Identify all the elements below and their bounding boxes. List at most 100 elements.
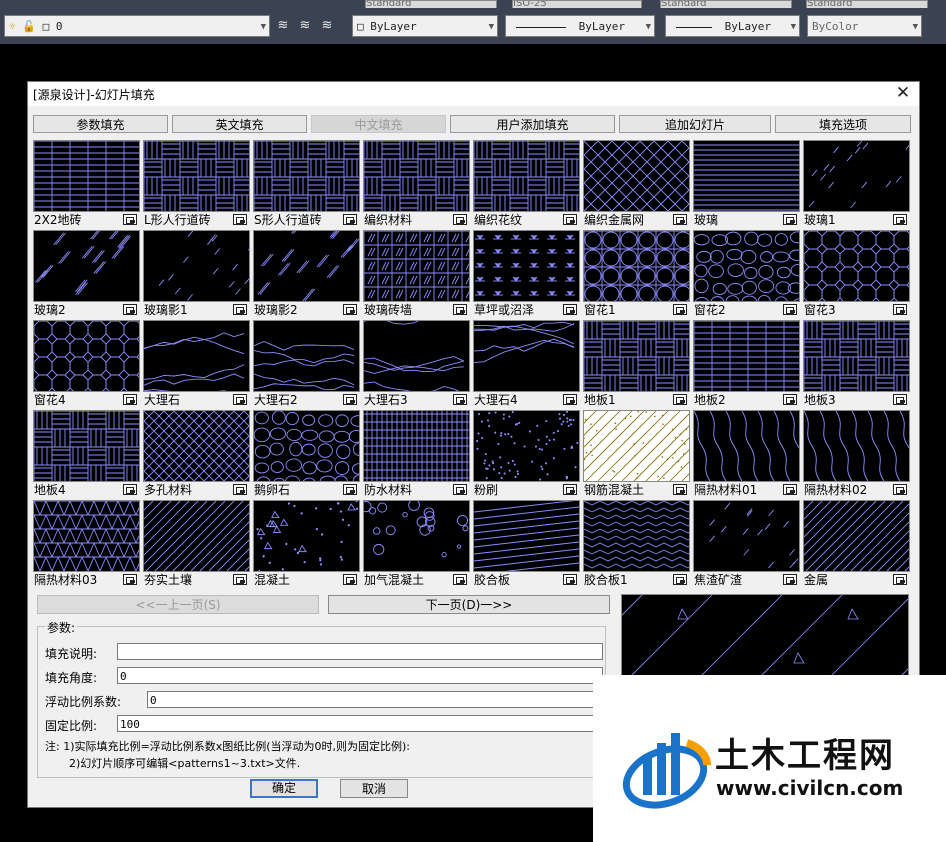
slide-preview-icon[interactable] [673,304,687,315]
slide-preview-icon[interactable] [893,214,907,225]
tab-user-fill[interactable]: 用户添加填充 [450,115,615,133]
fixed-scale-input[interactable]: 100 [117,715,603,732]
slide-preview-icon[interactable] [123,574,137,585]
slide-preview-icon[interactable] [893,394,907,405]
slide-preview-icon[interactable] [893,574,907,585]
float-scale-input[interactable]: 0 [147,691,603,708]
pattern-thumbnail[interactable] [143,410,250,482]
pattern-cell[interactable]: S形人行道砖 [253,140,361,228]
pattern-thumbnail[interactable] [253,320,360,392]
slide-preview-icon[interactable] [563,214,577,225]
pattern-cell[interactable]: 玻璃砖墙 [363,230,471,318]
slide-preview-icon[interactable] [783,574,797,585]
slide-preview-icon[interactable] [343,394,357,405]
plotstyle-combo[interactable]: ByColor ▼ [807,15,922,37]
pattern-cell[interactable]: 玻璃2 [33,230,141,318]
pattern-thumbnail[interactable] [583,140,690,212]
pattern-thumbnail[interactable] [693,500,800,572]
slide-preview-icon[interactable] [893,484,907,495]
pattern-thumbnail[interactable] [143,230,250,302]
pattern-thumbnail[interactable] [33,320,140,392]
slide-preview-icon[interactable] [453,484,467,495]
pattern-cell[interactable]: 加气混凝土 [363,500,471,588]
dialog-titlebar[interactable]: [源泉设计]-幻灯片填充 ✕ [28,82,919,106]
pattern-thumbnail[interactable] [253,500,360,572]
pattern-thumbnail[interactable] [253,410,360,482]
slide-preview-icon[interactable] [563,304,577,315]
pattern-cell[interactable]: 玻璃影2 [253,230,361,318]
pattern-cell[interactable]: 夯实土壤 [143,500,251,588]
pattern-thumbnail[interactable] [363,410,470,482]
pattern-cell[interactable]: 大理石2 [253,320,361,408]
slide-preview-icon[interactable] [673,394,687,405]
layer-previous-icon[interactable]: ≋ [318,17,336,35]
pattern-thumbnail[interactable] [583,320,690,392]
pattern-thumbnail[interactable] [33,140,140,212]
pattern-thumbnail[interactable] [803,500,910,572]
tab-append-slide[interactable]: 追加幻灯片 [619,115,771,133]
prev-page-button[interactable]: <<一上一页(S) [37,595,319,614]
layer-combo[interactable]: ☼ 🔓 □ 0 ▼ [4,15,270,37]
pattern-cell[interactable]: 编织材料 [363,140,471,228]
pattern-cell[interactable]: 编织金属网 [583,140,691,228]
pattern-cell[interactable]: 地板4 [33,410,141,498]
pattern-thumbnail[interactable] [363,320,470,392]
pattern-cell[interactable]: 窗花4 [33,320,141,408]
pattern-thumbnail[interactable] [253,230,360,302]
slide-preview-icon[interactable] [563,394,577,405]
pattern-cell[interactable]: 2X2地砖 [33,140,141,228]
pattern-cell[interactable]: 隔热材料03 [33,500,141,588]
pattern-thumbnail[interactable] [583,500,690,572]
pattern-thumbnail[interactable] [693,140,800,212]
pattern-thumbnail[interactable] [143,500,250,572]
tab-chinese-fill[interactable]: 中文填充 [311,115,446,133]
pattern-cell[interactable]: 地板1 [583,320,691,408]
pattern-thumbnail[interactable] [473,230,580,302]
slide-preview-icon[interactable] [233,214,247,225]
pattern-thumbnail[interactable] [363,230,470,302]
pattern-thumbnail[interactable] [143,140,250,212]
pattern-cell[interactable]: 隔热材料01 [693,410,801,498]
pattern-cell[interactable]: 玻璃1 [803,140,911,228]
slide-preview-icon[interactable] [673,574,687,585]
pattern-cell[interactable]: 鹅卵石 [253,410,361,498]
pattern-thumbnail[interactable] [363,500,470,572]
fill-angle-input[interactable]: 0 [117,667,603,684]
chevron-down-icon[interactable]: ▼ [791,16,796,38]
slide-preview-icon[interactable] [233,484,247,495]
slide-preview-icon[interactable] [453,394,467,405]
slide-preview-icon[interactable] [233,574,247,585]
pattern-thumbnail[interactable] [693,230,800,302]
pattern-thumbnail[interactable] [693,320,800,392]
slide-preview-icon[interactable] [563,484,577,495]
pattern-thumbnail[interactable] [33,500,140,572]
pattern-cell[interactable]: 大理石3 [363,320,471,408]
pattern-cell[interactable]: 大理石4 [473,320,581,408]
chevron-down-icon[interactable]: ▼ [489,16,494,38]
next-page-button[interactable]: 下一页(D)一>> [328,595,610,614]
slide-preview-icon[interactable] [343,304,357,315]
pattern-thumbnail[interactable] [583,410,690,482]
ok-button[interactable]: 确定 [250,779,318,798]
pattern-cell[interactable]: 混凝土 [253,500,361,588]
pattern-cell[interactable]: 玻璃 [693,140,801,228]
pattern-thumbnail[interactable] [803,410,910,482]
pattern-thumbnail[interactable] [473,500,580,572]
slide-preview-icon[interactable] [123,484,137,495]
tab-english-fill[interactable]: 英文填充 [172,115,307,133]
close-icon[interactable]: ✕ [893,83,913,103]
lineweight-combo[interactable]: ByLayer ▼ [665,15,800,37]
slide-preview-icon[interactable] [343,484,357,495]
chevron-down-icon[interactable]: ▼ [646,16,651,38]
cancel-button[interactable]: 取消 [340,779,408,798]
pattern-thumbnail[interactable] [473,140,580,212]
fill-desc-input[interactable] [117,643,603,660]
slide-preview-icon[interactable] [453,304,467,315]
pattern-cell[interactable]: 多孔材料 [143,410,251,498]
pattern-cell[interactable]: 隔热材料02 [803,410,911,498]
slide-preview-icon[interactable] [343,214,357,225]
slide-preview-icon[interactable] [783,214,797,225]
pattern-cell[interactable]: 大理石 [143,320,251,408]
tab-param-fill[interactable]: 参数填充 [33,115,168,133]
pattern-thumbnail[interactable] [253,140,360,212]
